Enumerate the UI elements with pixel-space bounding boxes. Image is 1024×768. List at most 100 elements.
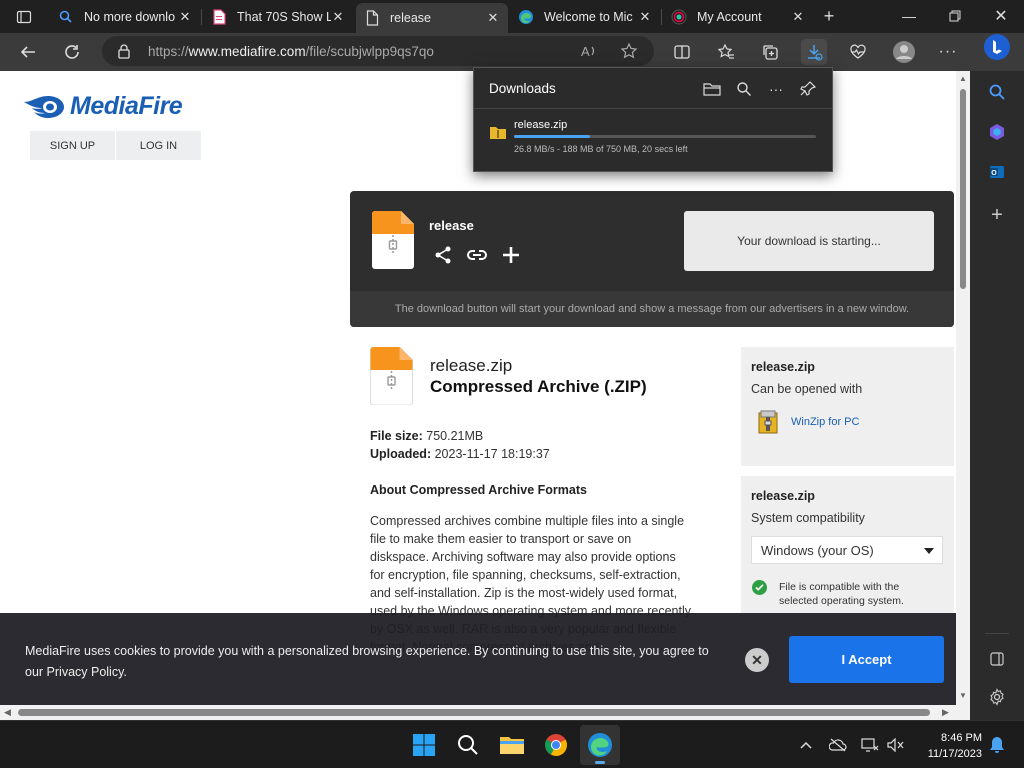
- more-options-icon[interactable]: ···: [766, 79, 786, 99]
- favorite-star-icon[interactable]: [620, 42, 638, 60]
- downloads-actions: ···: [702, 79, 818, 99]
- download-progress-bar: [514, 135, 816, 138]
- scroll-down-icon: ▼: [959, 691, 967, 700]
- tab-label: That 70S Show L: [237, 10, 331, 24]
- add-sidebar-app-button[interactable]: +: [985, 203, 1009, 227]
- outlook-button[interactable]: O: [985, 160, 1009, 184]
- os-select[interactable]: Windows (your OS): [751, 536, 943, 564]
- cookie-text: MediaFire uses cookies to provide you wi…: [25, 644, 709, 679]
- scroll-left-icon: ◀: [4, 707, 11, 717]
- network-icon[interactable]: [860, 735, 880, 755]
- tab-label: Welcome to Mic: [544, 10, 633, 24]
- tab-label: My Account: [697, 10, 762, 24]
- open-folder-icon[interactable]: [702, 79, 722, 99]
- hide-sidebar-button[interactable]: [985, 647, 1009, 671]
- log-in-button[interactable]: LOG IN: [116, 131, 201, 160]
- refresh-button[interactable]: [56, 37, 88, 67]
- chrome-button[interactable]: [542, 731, 570, 759]
- lock-icon[interactable]: [116, 43, 132, 59]
- close-icon[interactable]: ✕: [331, 9, 345, 24]
- download-item-name[interactable]: release.zip: [514, 119, 567, 131]
- downloads-title: Downloads: [489, 81, 556, 96]
- read-aloud-icon[interactable]: A: [580, 42, 598, 60]
- search-icon[interactable]: [734, 79, 754, 99]
- bing-chat-button[interactable]: [983, 33, 1011, 61]
- back-button[interactable]: [12, 37, 44, 67]
- share-icon[interactable]: [432, 244, 454, 266]
- taskbar-search-button[interactable]: [454, 731, 482, 759]
- minimize-button[interactable]: —: [886, 0, 932, 32]
- accept-cookies-button[interactable]: I Accept: [789, 636, 944, 683]
- horizontal-scrollbar[interactable]: ◀ ▶: [0, 705, 956, 720]
- url-input[interactable]: https://www.mediafire.com/file/scubjwlpp…: [102, 36, 654, 66]
- show-hidden-icons-button[interactable]: [796, 735, 816, 755]
- zip-file-icon: [370, 346, 413, 410]
- scroll-thumb[interactable]: [960, 89, 966, 289]
- edge-icon: [518, 9, 534, 25]
- close-window-button[interactable]: ✕: [978, 0, 1024, 32]
- download-starting-box[interactable]: Your download is starting...: [684, 211, 934, 271]
- card-title: release.zip: [751, 360, 815, 374]
- close-icon[interactable]: ✕: [178, 9, 192, 24]
- favorites-button[interactable]: [713, 39, 739, 65]
- cookie-close-button[interactable]: ✕: [745, 648, 769, 672]
- bell-icon: [990, 737, 1004, 753]
- pin-icon[interactable]: [798, 79, 818, 99]
- winzip-icon: [758, 410, 778, 434]
- chevron-down-icon: [924, 548, 934, 554]
- copy-link-icon[interactable]: [466, 244, 488, 266]
- notifications-button[interactable]: [987, 735, 1007, 755]
- restore-icon: [949, 10, 961, 22]
- copilot-button[interactable]: [985, 120, 1009, 144]
- sign-up-button[interactable]: SIGN UP: [30, 131, 115, 160]
- mediafire-logo[interactable]: MediaFire: [22, 92, 183, 121]
- tab-actions-button[interactable]: [8, 6, 40, 28]
- downloads-flyout: Downloads ··· release.zip 26.8 MB/s - 18…: [473, 67, 833, 172]
- sidebar-search-button[interactable]: [985, 80, 1009, 104]
- tab-label: No more downlo: [84, 10, 176, 24]
- collections-button[interactable]: [757, 39, 783, 65]
- settings-more-button[interactable]: ···: [935, 39, 961, 65]
- tab-welcome-to-microsoft[interactable]: Welcome to Mic ✕: [510, 3, 660, 31]
- windows-logo-icon: [413, 734, 435, 756]
- copilot-icon: [990, 124, 1004, 140]
- winzip-link[interactable]: WinZip for PC: [757, 409, 859, 435]
- download-status: 26.8 MB/s - 188 MB of 750 MB, 20 secs le…: [514, 144, 688, 154]
- about-heading: About Compressed Archive Formats: [370, 483, 587, 497]
- tab-search[interactable]: No more downlo ✕: [50, 3, 200, 31]
- split-screen-button[interactable]: [669, 39, 695, 65]
- close-icon[interactable]: ✕: [791, 9, 805, 24]
- edge-taskbar-button[interactable]: [580, 725, 620, 765]
- zip-folder-icon: [490, 126, 506, 144]
- tab-that-70s-show[interactable]: That 70S Show L ✕: [203, 3, 353, 31]
- download-panel: release Your download is starting... The…: [350, 191, 954, 327]
- download-icon: [808, 45, 823, 61]
- file-explorer-button[interactable]: [498, 731, 526, 759]
- scroll-thumb[interactable]: [18, 709, 930, 716]
- edge-sidebar: O +: [970, 34, 1024, 720]
- volume-muted-icon[interactable]: [886, 735, 906, 755]
- search-icon: [458, 735, 478, 755]
- tab-my-account[interactable]: My Account ✕: [663, 3, 813, 31]
- check-icon: [752, 580, 767, 595]
- taskbar-clock[interactable]: 8:46 PM 11/17/2023: [918, 730, 982, 762]
- search-icon: [989, 84, 1005, 100]
- outlook-icon: O: [990, 166, 1004, 178]
- add-to-collection-icon[interactable]: [500, 244, 522, 266]
- split-screen-icon: [674, 45, 690, 59]
- close-icon[interactable]: ✕: [486, 10, 500, 25]
- svg-text:O: O: [991, 170, 997, 177]
- performance-button[interactable]: [845, 39, 871, 65]
- sidebar-settings-button[interactable]: [985, 685, 1009, 709]
- maximize-button[interactable]: [932, 0, 978, 32]
- file-type: Compressed Archive (.ZIP): [430, 377, 647, 396]
- chrome-icon: [671, 9, 687, 25]
- tray-device-icon[interactable]: [828, 735, 848, 755]
- start-button[interactable]: [410, 731, 438, 759]
- profile-button[interactable]: [891, 39, 917, 65]
- downloads-button[interactable]: [801, 39, 827, 65]
- tab-release[interactable]: release ✕: [356, 3, 508, 33]
- vertical-scrollbar[interactable]: ▲ ▼: [956, 71, 970, 705]
- close-icon[interactable]: ✕: [638, 9, 652, 24]
- new-tab-button[interactable]: +: [810, 0, 848, 32]
